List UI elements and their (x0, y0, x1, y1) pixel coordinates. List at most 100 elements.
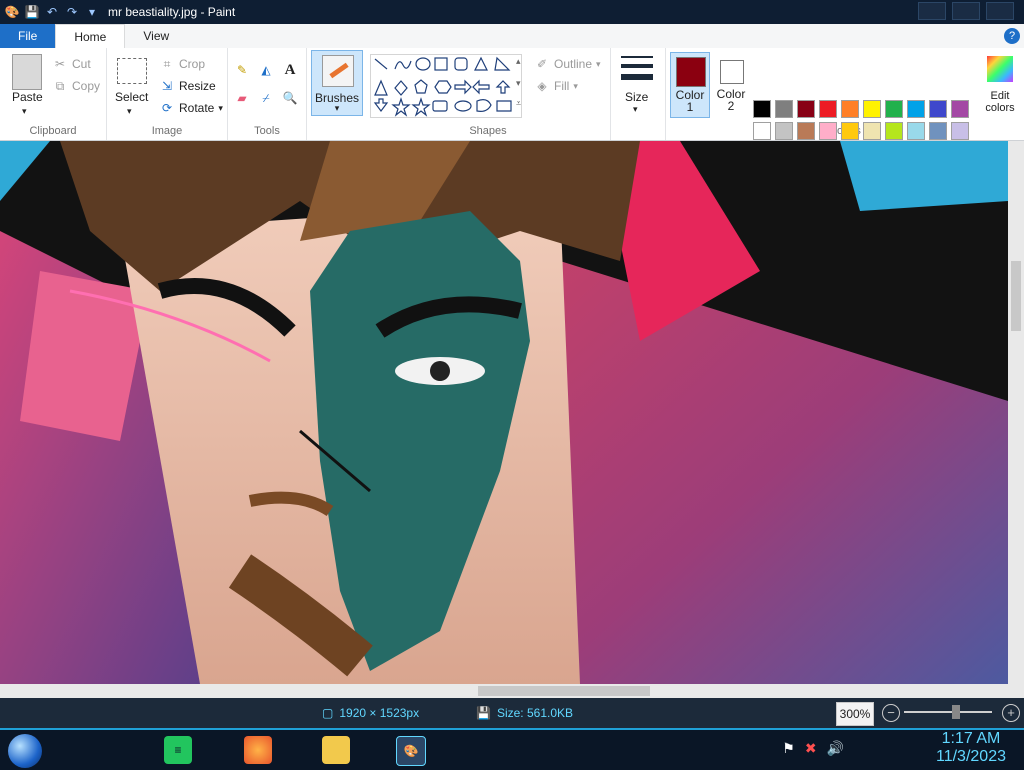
edit-colors-button[interactable]: Edit colors (978, 54, 1022, 118)
fill-bucket-icon[interactable]: ◭ (258, 62, 274, 78)
magnifier-icon[interactable]: 🔍 (282, 90, 298, 106)
shapes-scroll-up-icon[interactable]: ▴ (516, 56, 521, 67)
flag-icon[interactable]: ⚑ (782, 740, 795, 757)
maximize-button[interactable] (952, 2, 980, 20)
drawing-canvas[interactable] (0, 141, 1008, 684)
brushes-button[interactable]: Brushes ▾ (311, 50, 363, 116)
brushes-group: Brushes ▾ (307, 48, 365, 140)
color-swatch[interactable] (797, 122, 815, 140)
taskbar: ≡ 🎨 ⚑ ✖ 🔊 1:17 AM 11/3/2023 (0, 728, 1024, 770)
close-button[interactable] (986, 2, 1014, 20)
shapes-scroll-down-icon[interactable]: ▾ (516, 78, 521, 89)
color-swatch[interactable] (951, 122, 969, 140)
paste-button[interactable]: Paste (12, 90, 43, 104)
pencil-icon[interactable]: ✎ (234, 62, 250, 78)
paint-app-icon[interactable]: 🎨 (4, 4, 20, 20)
color-swatch[interactable] (841, 122, 859, 140)
color-swatch[interactable] (885, 122, 903, 140)
file-explorer-icon[interactable] (322, 736, 350, 764)
copy-label: Copy (72, 79, 101, 93)
cut-button[interactable]: ✂ Cut (52, 56, 91, 72)
firefox-icon[interactable] (244, 736, 272, 764)
size-dropdown-icon[interactable]: ▾ (633, 104, 638, 115)
crop-icon: ⌗ (163, 56, 171, 71)
zoom-in-icon[interactable]: + (1002, 704, 1020, 722)
shapes-expand-icon[interactable]: ⩡ (516, 98, 521, 109)
brushes-dropdown-icon: ▾ (334, 103, 340, 113)
color-swatch[interactable] (929, 122, 947, 140)
tab-file[interactable]: File (0, 24, 56, 48)
copy-button[interactable]: ⧉ Copy (52, 78, 100, 94)
brush-icon (322, 55, 354, 87)
color-swatch[interactable] (775, 100, 793, 118)
color-swatch[interactable] (819, 122, 837, 140)
window-title: mr beastiality.jpg - Paint (108, 5, 236, 19)
ribbon: Paste ▾ ✂ Cut ⧉ Copy Clipboard Select ▾ … (0, 48, 1024, 162)
zoom-level: 300% (836, 702, 874, 726)
color-swatch[interactable] (753, 100, 771, 118)
tab-view[interactable]: View (125, 24, 187, 48)
color-swatch[interactable] (775, 122, 793, 140)
rotate-button[interactable]: ⟳ Rotate ▾ (159, 100, 223, 116)
color-swatch[interactable] (841, 100, 859, 118)
color-swatch[interactable] (929, 100, 947, 118)
eraser-icon[interactable]: ▰ (234, 90, 250, 106)
help-icon[interactable]: ? (1004, 28, 1020, 44)
messaging-app-icon[interactable]: ≡ (164, 736, 192, 764)
zoom-slider-thumb[interactable] (952, 705, 960, 719)
color1-swatch (676, 57, 706, 87)
color2-button[interactable]: Color 2 (712, 52, 750, 116)
network-icon[interactable]: ✖ (805, 740, 817, 757)
customize-quick-access-icon[interactable]: ▾ (84, 4, 100, 20)
color2-label: Color 2 (716, 87, 746, 113)
volume-icon[interactable]: 🔊 (827, 740, 844, 757)
fill-button[interactable]: ◈ Fill ▾ (534, 78, 577, 94)
dimensions-icon: ▢ (322, 706, 334, 720)
shapes-gallery-icons (373, 56, 512, 117)
crop-button[interactable]: ⌗ Crop (159, 56, 205, 72)
window-controls (918, 2, 1014, 20)
color-swatch[interactable] (951, 100, 969, 118)
color-swatch[interactable] (863, 100, 881, 118)
color-swatch[interactable] (907, 100, 925, 118)
paste-dropdown-icon[interactable]: ▾ (22, 106, 27, 117)
status-bar: ▢ 1920 × 1523px 💾 Size: 561.0KB 300% − + (0, 698, 1024, 728)
vertical-scrollbar[interactable] (1008, 141, 1024, 684)
scissors-icon: ✂ (54, 57, 66, 71)
color1-label: Color 1 (675, 88, 705, 114)
undo-icon[interactable]: ↶ (44, 4, 60, 20)
outline-button[interactable]: ✐ Outline ▾ (534, 56, 601, 72)
save-icon[interactable]: 💾 (24, 4, 40, 20)
color-picker-icon[interactable]: ⌿ (258, 90, 274, 106)
horizontal-scroll-thumb[interactable] (478, 686, 650, 696)
text-tool-icon[interactable]: A (282, 62, 298, 78)
shapes-group: ▴ ▾ ⩡ ✐ Outline ▾ ◈ Fill ▾ Shapes (366, 48, 611, 140)
fill-label: Fill (554, 79, 570, 93)
minimize-button[interactable] (918, 2, 946, 20)
color-swatch[interactable] (753, 122, 771, 140)
crop-label: Crop (179, 57, 206, 71)
size-group[interactable]: Size ▾ (611, 48, 666, 140)
zoom-slider[interactable] (904, 705, 992, 719)
horizontal-scrollbar[interactable] (0, 684, 1008, 698)
select-button[interactable]: Select (115, 90, 148, 104)
select-dropdown-icon[interactable]: ▾ (127, 106, 132, 117)
tab-home[interactable]: Home (55, 24, 126, 49)
color1-button[interactable]: Color 1 (670, 52, 710, 118)
redo-icon[interactable]: ↷ (64, 4, 80, 20)
size-button[interactable]: Size (625, 90, 648, 104)
resize-button[interactable]: ⇲ Resize (159, 78, 216, 94)
color-swatch[interactable] (797, 100, 815, 118)
resize-icon: ⇲ (161, 79, 173, 93)
shapes-gallery[interactable] (370, 54, 522, 118)
color-swatch[interactable] (907, 122, 925, 140)
zoom-out-icon[interactable]: − (882, 704, 900, 722)
vertical-scroll-thumb[interactable] (1011, 261, 1021, 331)
paint-taskbar-icon[interactable]: 🎨 (396, 736, 426, 766)
rotate-dropdown-icon: ▾ (218, 102, 223, 113)
taskbar-clock[interactable]: 1:17 AM 11/3/2023 (936, 730, 1006, 766)
color-swatch[interactable] (885, 100, 903, 118)
color-swatch[interactable] (863, 122, 881, 140)
start-button[interactable] (8, 734, 42, 768)
color-swatch[interactable] (819, 100, 837, 118)
